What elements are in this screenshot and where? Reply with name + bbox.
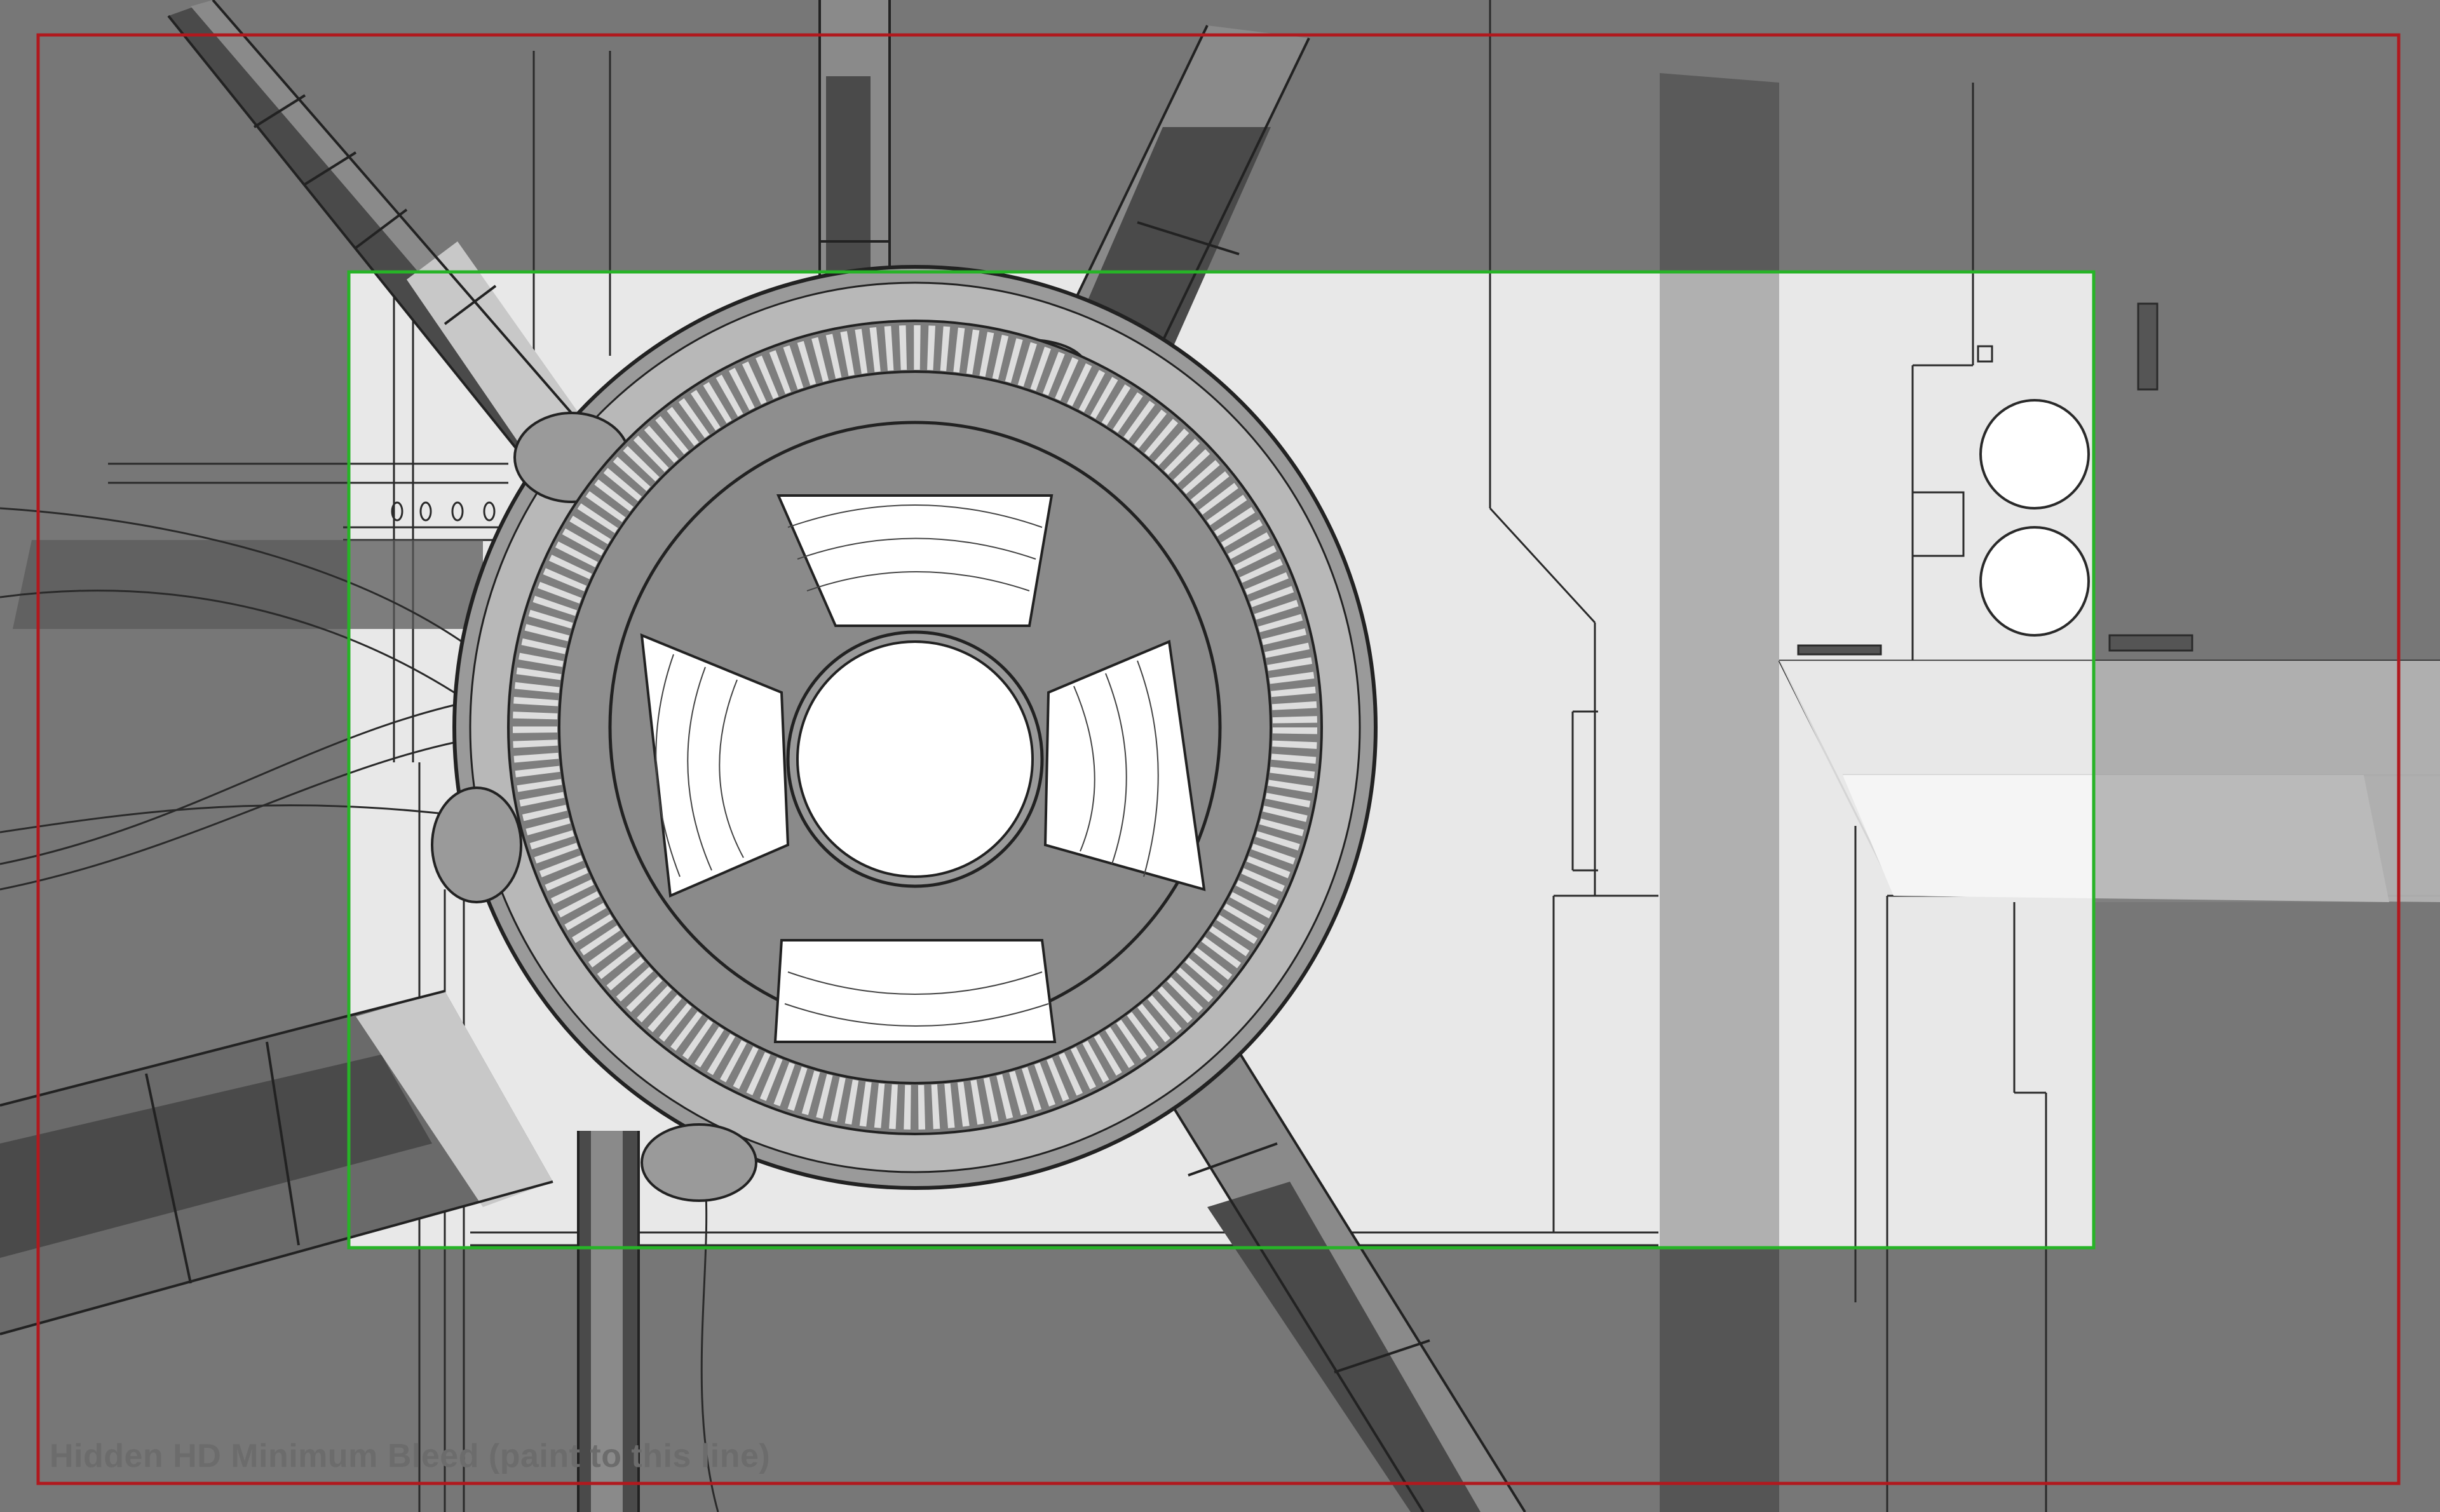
bleed-caption: Hidden HD Minimum Bleed (paint to this l…: [50, 1438, 771, 1475]
hatch-background-art: [0, 0, 2440, 1512]
left-ledge: [13, 540, 483, 629]
storyboard-frame: Hidden HD Minimum Bleed (paint to this l…: [0, 0, 2440, 1512]
wheel-hub: [796, 640, 1034, 878]
